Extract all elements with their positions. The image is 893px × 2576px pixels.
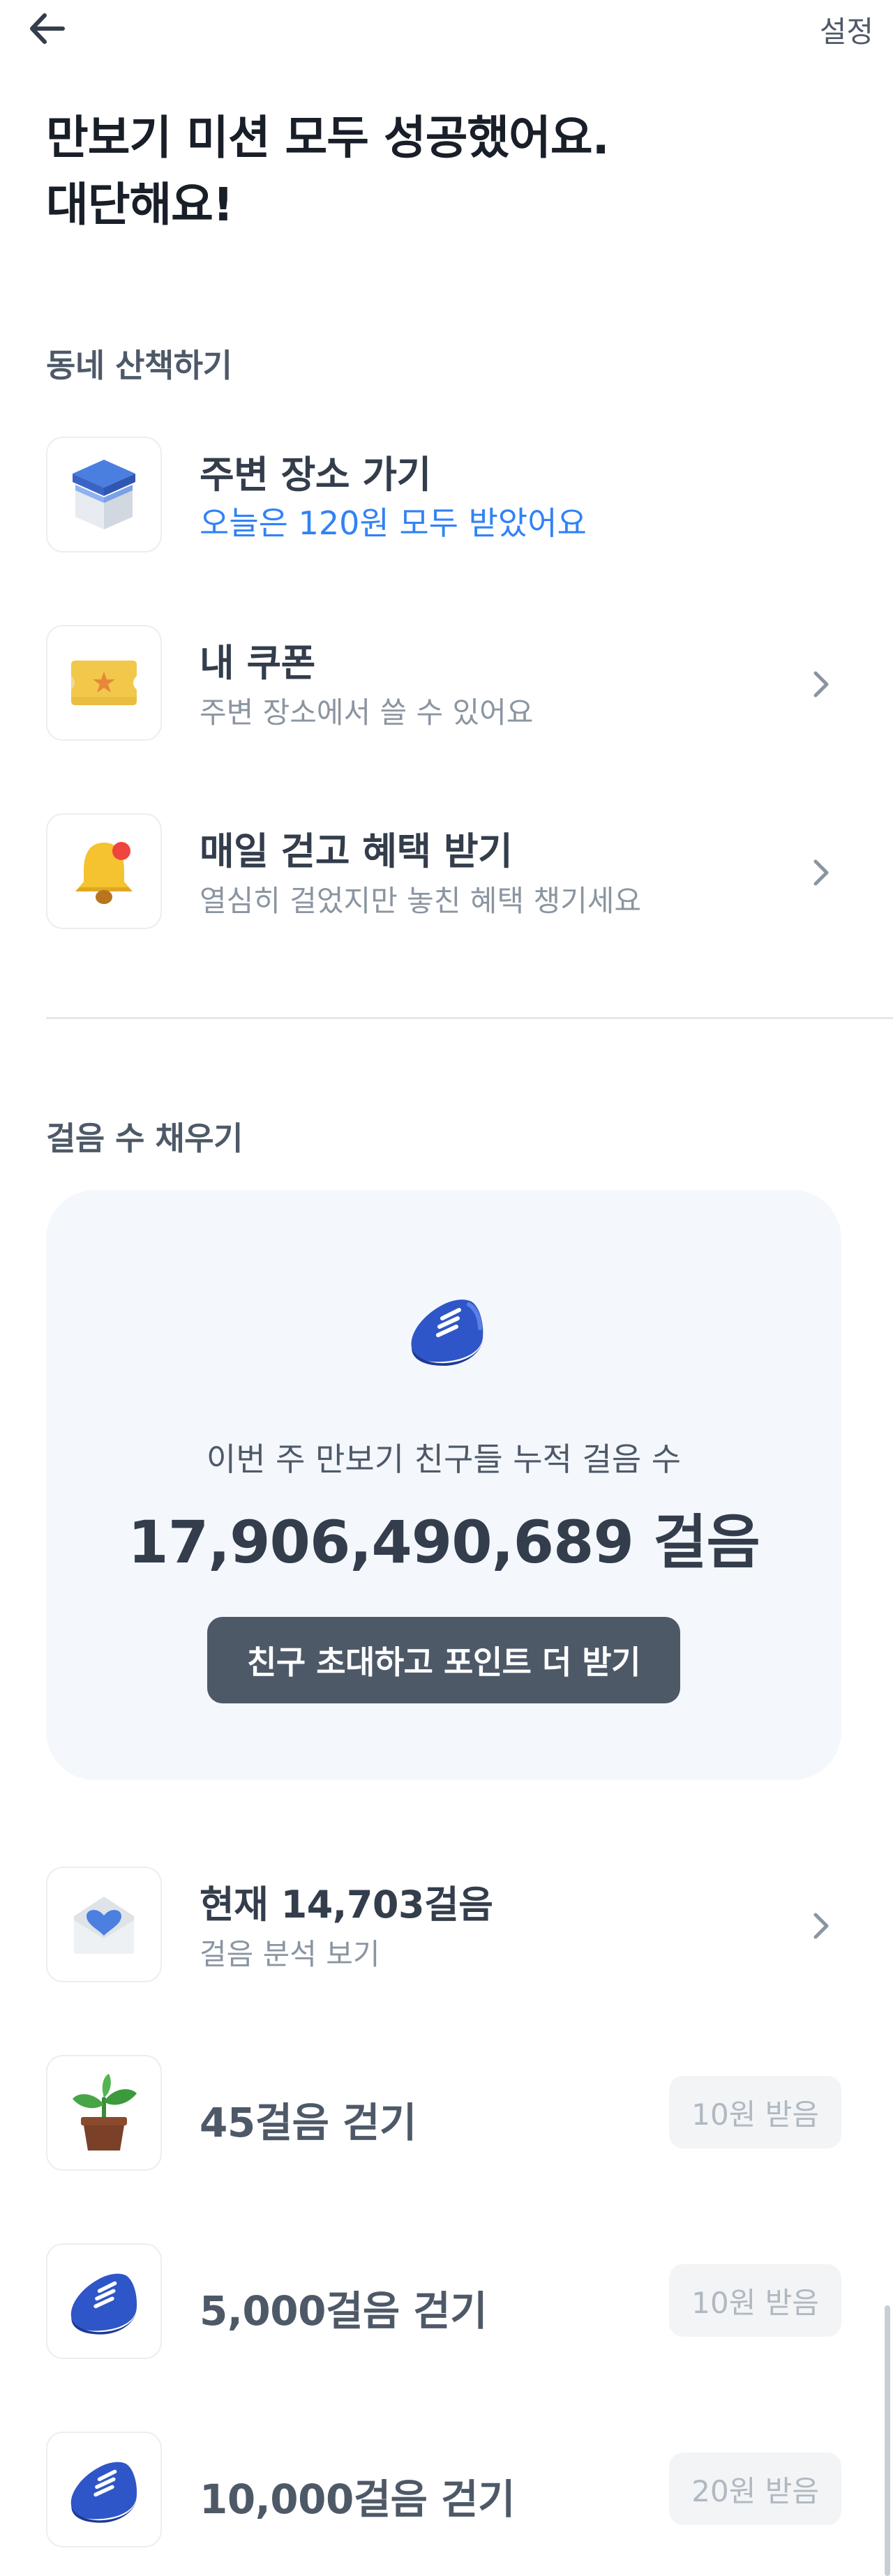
plant-icon xyxy=(46,2055,162,2171)
mission-row[interactable]: 10,000걸음 걷기 20원 받음 xyxy=(46,2432,841,2550)
section-title-steps: 걸음 수 채우기 xyxy=(46,1120,243,1157)
sneaker-icon xyxy=(46,2243,162,2359)
chevron-right-icon xyxy=(800,660,841,709)
mission-title: 45걸음 걷기 xyxy=(200,2099,417,2146)
mission-row[interactable]: 45걸음 걷기 10원 받음 xyxy=(46,2055,841,2174)
chevron-right-icon xyxy=(800,848,841,897)
row-title: 주변 장소 가기 xyxy=(200,453,431,497)
reward-received-badge: 10원 받음 xyxy=(669,2264,841,2337)
sneaker-icon xyxy=(46,2432,162,2547)
sneaker-icon xyxy=(402,1288,493,1371)
weekly-steps-caption: 이번 주 만보기 친구들 누적 걸음 수 xyxy=(206,1440,682,1478)
reward-received-badge: 20원 받음 xyxy=(669,2453,841,2525)
section-title-walk: 동네 산책하기 xyxy=(46,347,232,384)
page-title: 만보기 미션 모두 성공했어요. 대단해요! xyxy=(46,105,610,239)
back-button[interactable] xyxy=(27,6,82,61)
coupon-icon xyxy=(46,625,162,741)
nearby-places-row[interactable]: 주변 장소 가기 오늘은 120원 모두 받았어요 xyxy=(46,437,841,555)
row-title: 내 쿠폰 xyxy=(200,641,315,685)
row-title: 매일 걷고 혜택 받기 xyxy=(200,829,513,873)
mission-title: 10,000걸음 걷기 xyxy=(200,2476,515,2523)
daily-benefit-row[interactable]: 매일 걷고 혜택 받기 열심히 걸었지만 놓친 혜택 챙기세요 xyxy=(46,813,841,932)
envelope-heart-icon xyxy=(46,1867,162,1982)
reward-received-badge: 10원 받음 xyxy=(669,2076,841,2148)
settings-button[interactable]: 설정 xyxy=(820,8,873,51)
row-title: 현재 14,703걸음 xyxy=(200,1883,493,1927)
mission-title: 5,000걸음 걷기 xyxy=(200,2287,488,2335)
row-subtitle: 주변 장소에서 쓸 수 있어요 xyxy=(200,695,534,730)
row-subtitle: 오늘은 120원 모두 받았어요 xyxy=(200,504,587,542)
my-coupons-row[interactable]: 내 쿠폰 주변 장소에서 쓸 수 있어요 xyxy=(46,625,841,744)
arrow-left-icon xyxy=(27,8,67,52)
row-subtitle: 걸음 분석 보기 xyxy=(200,1937,380,1971)
box-icon xyxy=(46,437,162,552)
mission-row[interactable]: 5,000걸음 걷기 10원 받음 xyxy=(46,2243,841,2362)
section-divider xyxy=(46,1017,893,1019)
chevron-right-icon xyxy=(800,1901,841,1950)
row-subtitle: 열심히 걸었지만 놓친 혜택 챙기세요 xyxy=(200,884,642,918)
headline-line-2: 대단해요! xyxy=(46,178,234,232)
bell-icon xyxy=(46,813,162,929)
weekly-steps-card: 이번 주 만보기 친구들 누적 걸음 수 17,906,490,689 걸음 친… xyxy=(46,1190,841,1780)
invite-friends-button[interactable]: 친구 초대하고 포인트 더 받기 xyxy=(207,1617,680,1703)
scrollbar[interactable] xyxy=(885,2305,890,2576)
headline-line-1: 만보기 미션 모두 성공했어요. xyxy=(46,111,610,165)
current-steps-row[interactable]: 현재 14,703걸음 걸음 분석 보기 xyxy=(46,1867,841,1985)
weekly-steps-count: 17,906,490,689 걸음 xyxy=(128,1508,760,1576)
